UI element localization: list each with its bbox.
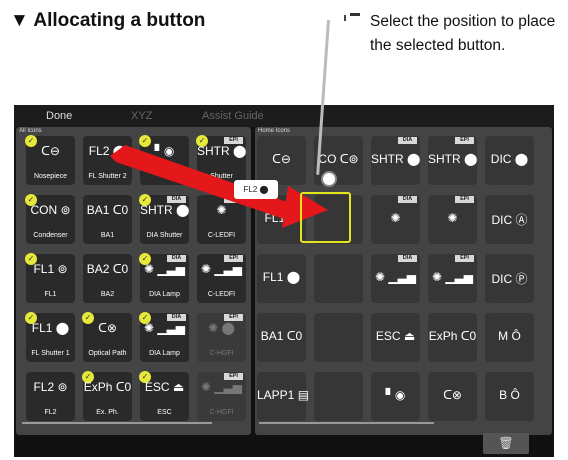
dragged-button[interactable]: FL2 ⬤ [234, 180, 278, 199]
trash-button[interactable]: 🗑 [483, 433, 529, 454]
trash-icon: 🗑 [498, 436, 514, 450]
leader-line-top [344, 15, 346, 21]
drag-arrow-layer [110, 145, 328, 228]
position-pointer [321, 171, 337, 187]
selected-position[interactable] [300, 192, 351, 243]
